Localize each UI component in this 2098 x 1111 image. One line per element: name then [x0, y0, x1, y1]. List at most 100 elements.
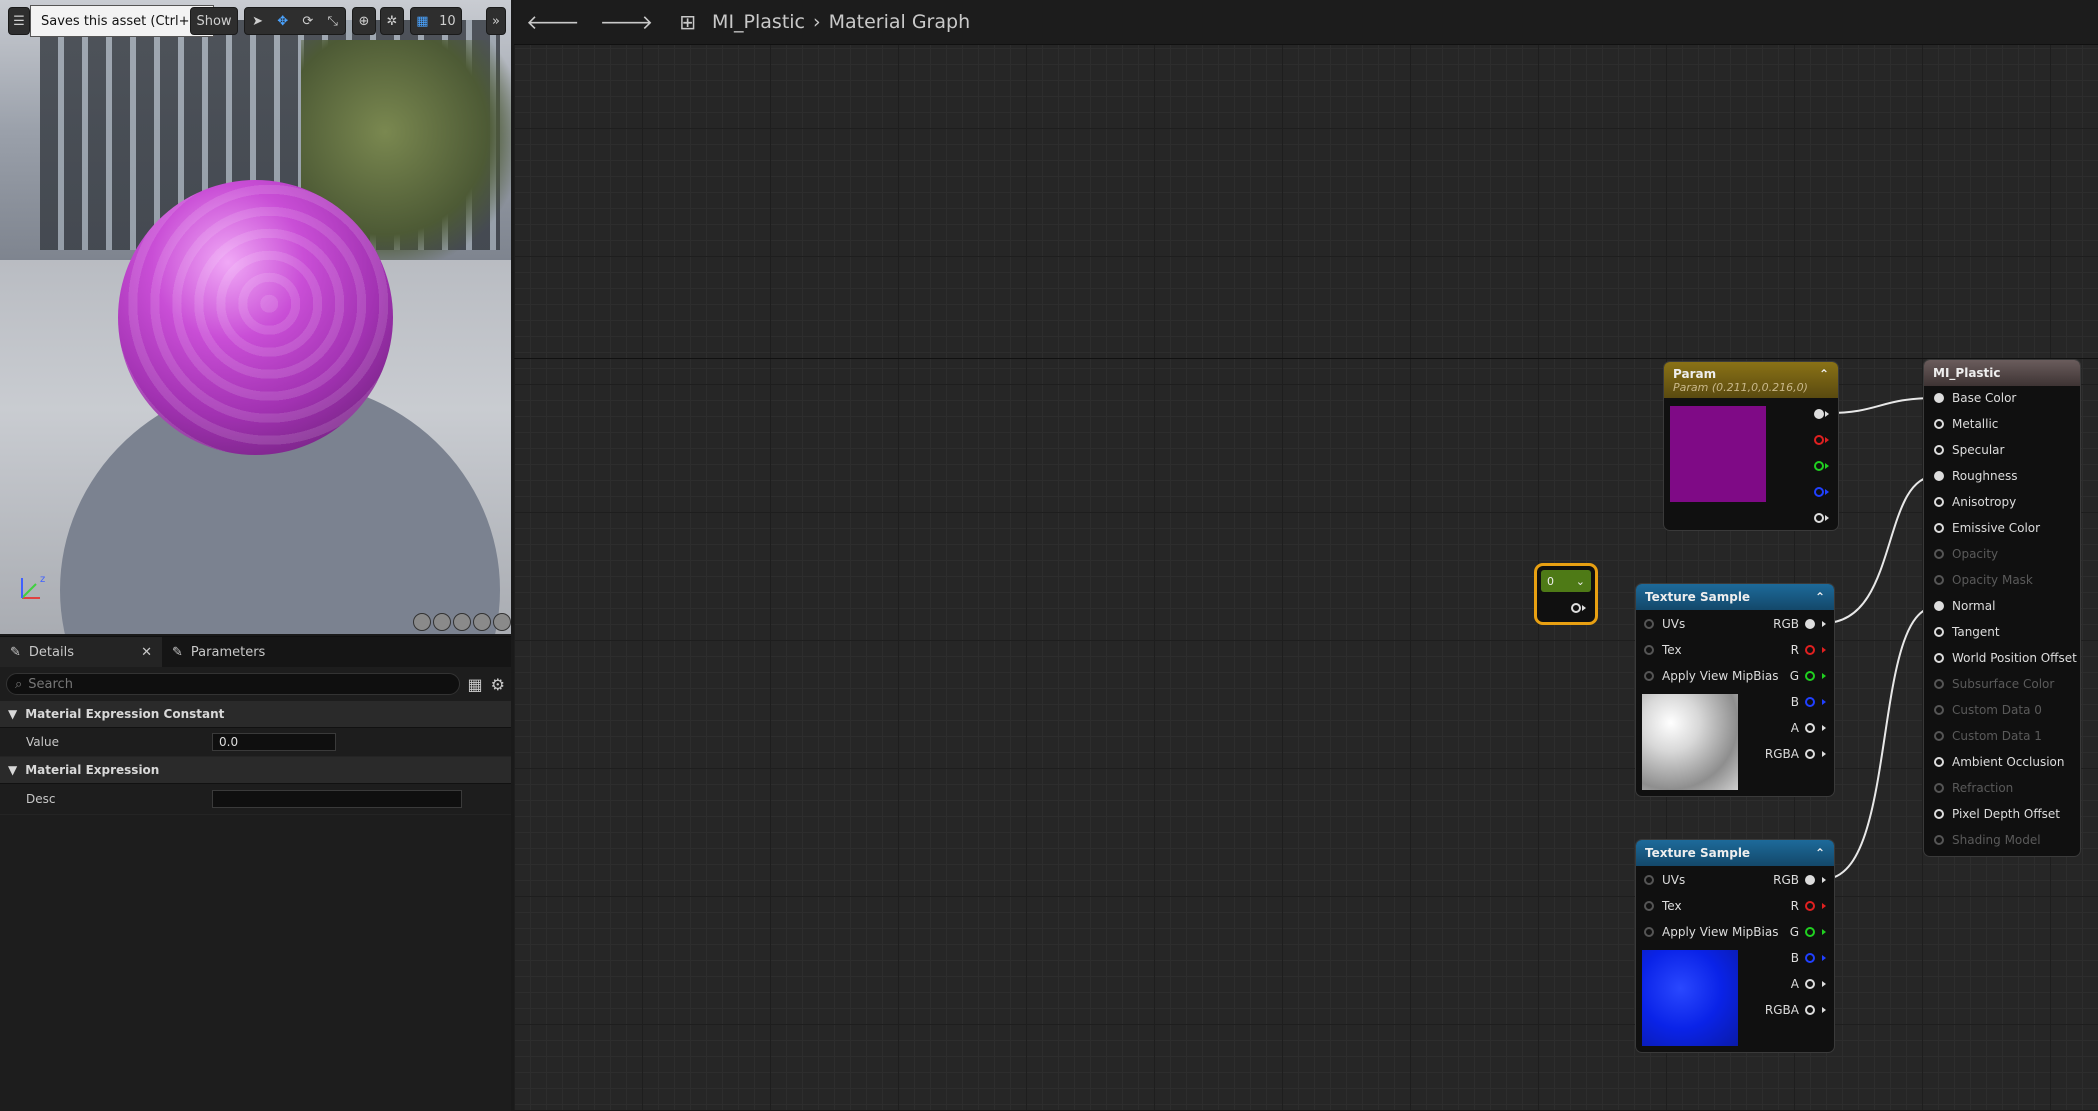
- input-pin-mipbias[interactable]: Apply View MipBias: [1644, 666, 1778, 686]
- input-pin-uvs[interactable]: UVs: [1644, 614, 1685, 634]
- pin-label: G: [1789, 669, 1799, 683]
- pin-label: Opacity: [1952, 547, 1999, 561]
- input-pin-world-position-offset[interactable]: World Position Offset: [1934, 648, 2077, 668]
- material-result-node[interactable]: MI_Plastic Base Color Metallic Specular Rou…: [1924, 360, 2080, 856]
- pin-label: R: [1790, 899, 1799, 913]
- texture-sample-node-1[interactable]: Texture Sample ⌃ UVs Tex Apply View MipB…: [1636, 584, 1834, 796]
- node-title: Texture Sample: [1645, 846, 1751, 860]
- output-pin-r[interactable]: [1814, 430, 1829, 450]
- pin-label: Tangent: [1952, 625, 2000, 639]
- input-pin-shading-model[interactable]: Shading Model: [1934, 830, 2041, 850]
- pin-label: Roughness: [1952, 469, 2018, 483]
- output-pin-b[interactable]: B: [1791, 692, 1826, 712]
- input-pin-emissive-color[interactable]: Emissive Color: [1934, 518, 2040, 538]
- pin-label: Custom Data 1: [1952, 729, 2042, 743]
- input-pin-pixel-depth-offset[interactable]: Pixel Depth Offset: [1934, 804, 2060, 824]
- pin-socket-icon: [1934, 757, 1944, 767]
- chevron-down-icon[interactable]: ⌄: [1576, 575, 1585, 588]
- pin-socket-icon: [1934, 705, 1944, 715]
- texture-preview-normal: [1642, 950, 1738, 1046]
- pin-socket-icon: [1934, 575, 1944, 585]
- input-pin-anisotropy[interactable]: Anisotropy: [1934, 492, 2016, 512]
- pin-label: Apply View MipBias: [1662, 669, 1779, 683]
- pin-label: Opacity Mask: [1952, 573, 2033, 587]
- output-pin-rgba[interactable]: RGBA: [1765, 744, 1826, 764]
- collapse-icon[interactable]: ⌃: [1819, 367, 1829, 381]
- pin-label: Tex: [1662, 899, 1682, 913]
- pin-socket-icon: [1934, 783, 1944, 793]
- constant-node[interactable]: 0 ⌄: [1537, 566, 1595, 622]
- output-pin-b[interactable]: [1814, 482, 1829, 502]
- collapse-icon[interactable]: ⌃: [1815, 846, 1825, 860]
- pin-label: Shading Model: [1952, 833, 2041, 847]
- collapse-icon[interactable]: ⌃: [1815, 590, 1825, 604]
- texture-sample-node-2[interactable]: Texture Sample ⌃ UVs Tex Apply View MipB…: [1636, 840, 1834, 1052]
- pin-label: G: [1789, 925, 1799, 939]
- input-pin-mipbias[interactable]: Apply View MipBias: [1644, 922, 1778, 942]
- input-pin-uvs[interactable]: UVs: [1644, 870, 1685, 890]
- output-pin[interactable]: [1571, 598, 1586, 618]
- pin-label: RGBA: [1764, 1003, 1799, 1017]
- pin-socket-icon: [1934, 497, 1944, 507]
- input-pin-normal[interactable]: Normal: [1934, 596, 1995, 616]
- input-pin-custom-data-1[interactable]: Custom Data 1: [1934, 726, 2042, 746]
- pin-label: R: [1790, 643, 1799, 657]
- pin-label: A: [1790, 977, 1799, 991]
- pin-socket-icon: [1934, 731, 1944, 741]
- pin-label: UVs: [1662, 617, 1686, 631]
- texture-preview-grayscale: [1642, 694, 1738, 790]
- param-node[interactable]: Param ⌃ Param (0.211,0,0.216,0): [1664, 362, 1838, 530]
- pin-label: Subsurface Color: [1952, 677, 2055, 691]
- pin-socket-icon: [1934, 393, 1944, 403]
- output-pin-g[interactable]: G: [1790, 922, 1826, 942]
- input-pin-opacity-mask[interactable]: Opacity Mask: [1934, 570, 2033, 590]
- output-pin-rgb[interactable]: RGB: [1773, 614, 1826, 634]
- input-pin-refraction[interactable]: Refraction: [1934, 778, 2013, 798]
- output-pin-r[interactable]: R: [1791, 640, 1826, 660]
- pin-label: RGB: [1773, 617, 1799, 631]
- color-preview-swatch: [1670, 406, 1766, 502]
- input-pin-subsurface-color[interactable]: Subsurface Color: [1934, 674, 2054, 694]
- output-pin-a[interactable]: A: [1791, 718, 1826, 738]
- pin-label: Anisotropy: [1952, 495, 2017, 509]
- output-pin-b[interactable]: B: [1791, 948, 1826, 968]
- input-pin-custom-data-0[interactable]: Custom Data 0: [1934, 700, 2042, 720]
- pin-label: Apply View MipBias: [1662, 925, 1779, 939]
- node-title: MI_Plastic: [1933, 366, 2001, 380]
- output-pin-rgb[interactable]: [1814, 404, 1829, 424]
- output-pin-a[interactable]: A: [1791, 974, 1826, 994]
- node-title: Texture Sample: [1645, 590, 1751, 604]
- pin-socket-icon: [1934, 419, 1944, 429]
- input-pin-specular[interactable]: Specular: [1934, 440, 2004, 460]
- output-pin-g[interactable]: [1814, 456, 1829, 476]
- pin-label: RGBA: [1764, 747, 1799, 761]
- pin-label: Normal: [1952, 599, 1996, 613]
- node-subtitle: Param (0.211,0,0.216,0): [1673, 380, 1808, 394]
- output-pin-a[interactable]: [1814, 508, 1829, 528]
- pin-label: Refraction: [1952, 781, 2014, 795]
- input-pin-roughness[interactable]: Roughness: [1934, 466, 2017, 486]
- pin-socket-icon: [1934, 835, 1944, 845]
- output-pin-r[interactable]: R: [1791, 896, 1826, 916]
- input-pin-base-color[interactable]: Base Color: [1934, 388, 2016, 408]
- input-pin-ambient-occlusion[interactable]: Ambient Occlusion: [1934, 752, 2064, 772]
- pin-label: Custom Data 0: [1952, 703, 2042, 717]
- output-pin-rgb[interactable]: RGB: [1773, 870, 1826, 890]
- pin-socket-icon: [1934, 549, 1944, 559]
- input-pin-opacity[interactable]: Opacity: [1934, 544, 1998, 564]
- output-pin-rgba[interactable]: RGBA: [1765, 1000, 1826, 1020]
- input-pin-tangent[interactable]: Tangent: [1934, 622, 2000, 642]
- pin-label: World Position Offset: [1952, 651, 2077, 665]
- input-pin-tex[interactable]: Tex: [1644, 640, 1682, 660]
- pin-label: Metallic: [1952, 417, 1999, 431]
- input-pin-tex[interactable]: Tex: [1644, 896, 1682, 916]
- input-pin-metallic[interactable]: Metallic: [1934, 414, 1998, 434]
- pin-label: A: [1790, 721, 1799, 735]
- pin-socket-icon: [1934, 471, 1944, 481]
- pin-label: Specular: [1952, 443, 2005, 457]
- pin-label: Tex: [1662, 643, 1682, 657]
- pin-socket-icon: [1934, 445, 1944, 455]
- node-title: Param: [1673, 366, 1717, 381]
- pin-socket-icon: [1934, 627, 1944, 637]
- output-pin-g[interactable]: G: [1790, 666, 1826, 686]
